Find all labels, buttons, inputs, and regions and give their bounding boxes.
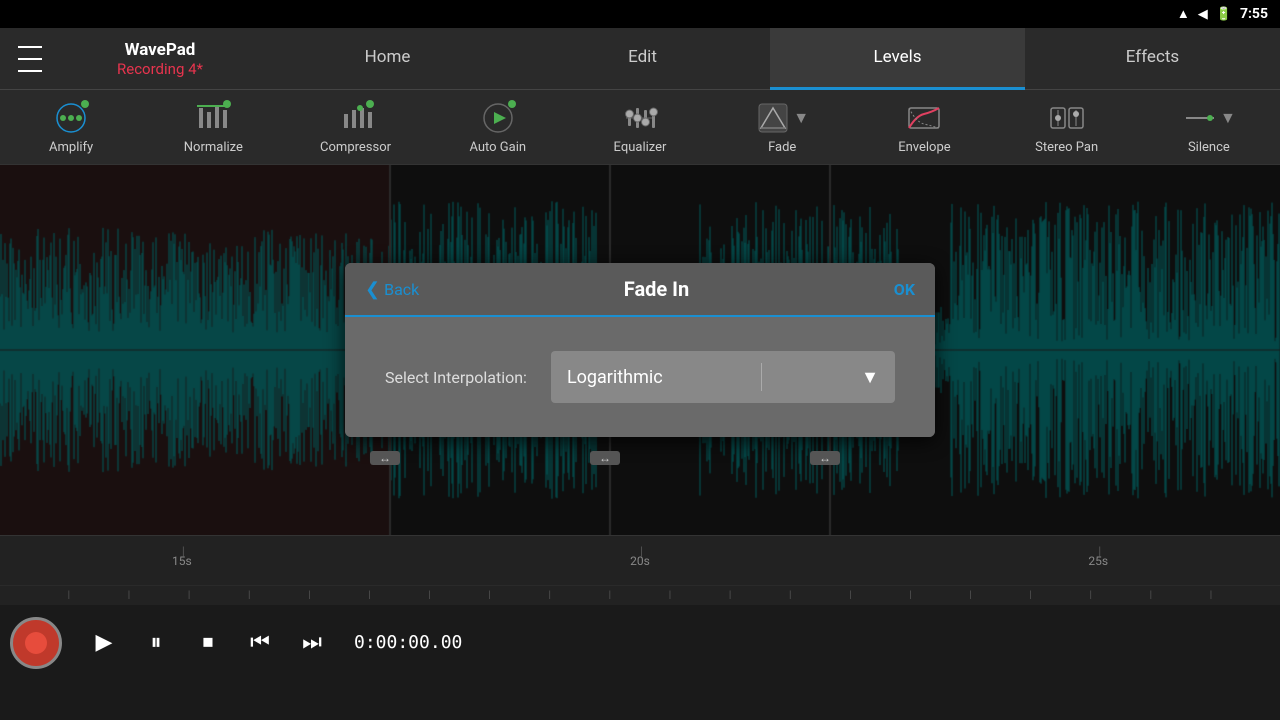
auto-gain-label: Auto Gain — [469, 140, 526, 155]
pause-button[interactable]: ⏸ — [130, 617, 182, 669]
effect-envelope[interactable]: Envelope — [884, 100, 964, 155]
effect-equalizer[interactable]: Equalizer — [600, 100, 680, 155]
prev-icon: ⏮ — [250, 630, 270, 655]
normalize-label: Normalize — [184, 140, 243, 155]
app-title-area: WavePad Recording 4* — [60, 40, 260, 78]
tick-mark: | — [368, 590, 370, 601]
back-chevron-icon: ❮ — [365, 279, 380, 300]
tab-home[interactable]: Home — [260, 28, 515, 90]
tab-edit[interactable]: Edit — [515, 28, 770, 90]
tick-mark: | — [1150, 590, 1152, 601]
tick-mark: | — [1090, 590, 1092, 601]
fade-icon — [755, 100, 791, 136]
select-divider — [761, 363, 762, 391]
tick-mark: | — [609, 590, 611, 601]
effect-compressor[interactable]: Compressor — [316, 100, 396, 155]
interpolation-value: Logarithmic — [567, 367, 663, 388]
tick-mark: | — [188, 590, 190, 601]
waveform-area: ❮ Back Fade In OK Select Interpolation: … — [0, 165, 1280, 535]
timeline-marker-25s: 25s — [1041, 554, 1156, 568]
time-counter: 0:00:00.00 — [354, 632, 462, 653]
tick-mark: | — [248, 590, 250, 601]
effect-silence[interactable]: ▼ Silence — [1169, 100, 1249, 155]
timeline-marker-20s: 20s — [583, 554, 698, 568]
record-button[interactable] — [10, 617, 62, 669]
tick-mark: | — [68, 590, 70, 601]
next-button[interactable]: ⏭ — [286, 617, 338, 669]
dialog-overlay: ❮ Back Fade In OK Select Interpolation: … — [0, 165, 1280, 535]
effects-bar: Amplify Normalize — [0, 90, 1280, 165]
tick-mark: | — [969, 590, 971, 601]
amplify-label: Amplify — [49, 140, 93, 155]
app-name: WavePad — [60, 40, 260, 60]
effect-normalize[interactable]: Normalize — [173, 100, 253, 155]
effect-auto-gain[interactable]: Auto Gain — [458, 100, 538, 155]
dialog-body: Select Interpolation: Logarithmic ▼ — [345, 317, 935, 437]
compressor-label: Compressor — [320, 140, 391, 155]
play-button[interactable]: ▶ — [78, 617, 130, 669]
wifi-icon: ▲ — [1177, 6, 1190, 22]
ok-button[interactable]: OK — [894, 280, 915, 299]
interpolation-select[interactable]: Logarithmic ▼ — [551, 351, 895, 403]
clock: 7:55 — [1240, 6, 1268, 22]
tick-mark: | — [729, 590, 731, 601]
tab-effects[interactable]: Effects — [1025, 28, 1280, 90]
tab-levels[interactable]: Levels — [770, 28, 1025, 90]
status-bar: ▲ ◀ 🔋 7:55 — [0, 0, 1280, 28]
silence-label: Silence — [1188, 140, 1230, 155]
envelope-label: Envelope — [898, 140, 950, 155]
tick-mark: | — [1029, 590, 1031, 601]
menu-button[interactable] — [0, 28, 60, 90]
stereo-pan-icon — [1049, 100, 1085, 136]
effect-fade[interactable]: ▼ Fade — [742, 100, 822, 155]
tick-mark: | — [549, 590, 551, 601]
timeline: 15s 20s 25s — [0, 535, 1280, 585]
tick-mark: | — [428, 590, 430, 601]
resize-handle-3[interactable] — [810, 451, 840, 465]
dialog: ❮ Back Fade In OK Select Interpolation: … — [345, 263, 935, 437]
dialog-header: ❮ Back Fade In OK — [345, 263, 935, 317]
prev-button[interactable]: ⏮ — [234, 617, 286, 669]
tick-mark: | — [308, 590, 310, 601]
tick-marks-row: | | | | | | | | | | | | | | | | | | | | — [0, 585, 1280, 605]
next-icon: ⏭ — [302, 630, 322, 655]
interpolation-label: Select Interpolation: — [385, 368, 527, 387]
effect-stereo-pan[interactable]: Stereo Pan — [1027, 100, 1107, 155]
silence-icon — [1182, 100, 1218, 136]
record-dot — [25, 632, 47, 654]
effect-amplify[interactable]: Amplify — [31, 100, 111, 155]
signal-icon: ◀ — [1198, 7, 1208, 22]
fade-label: Fade — [768, 140, 796, 155]
tick-mark: | — [128, 590, 130, 601]
timeline-marker-15s: 15s — [125, 554, 240, 568]
amplify-icon — [53, 100, 89, 136]
resize-handle-1[interactable] — [370, 451, 400, 465]
tick-mark: | — [909, 590, 911, 601]
bottom-controls: ▶ ⏸ ⏹ ⏮ ⏭ 0:00:00.00 — [0, 605, 1280, 680]
tick-mark: | — [1210, 590, 1212, 601]
nav-bar: WavePad Recording 4* Home Edit Levels Ef… — [0, 28, 1280, 90]
resize-handle-2[interactable] — [590, 451, 620, 465]
tick-mark: | — [669, 590, 671, 601]
equalizer-label: Equalizer — [614, 140, 667, 155]
tick-mark: | — [488, 590, 490, 601]
dropdown-arrow-icon: ▼ — [861, 367, 879, 388]
pause-icon: ⏸ — [150, 630, 161, 655]
envelope-icon — [906, 100, 942, 136]
nav-tabs: Home Edit Levels Effects — [260, 28, 1280, 90]
tick-mark: | — [849, 590, 851, 601]
back-button[interactable]: ❮ Back — [365, 279, 419, 300]
battery-icon: 🔋 — [1216, 7, 1232, 22]
dialog-title: Fade In — [624, 277, 689, 301]
stop-button[interactable]: ⏹ — [182, 617, 234, 669]
stop-icon: ⏹ — [202, 630, 213, 655]
equalizer-icon — [622, 100, 658, 136]
recording-name: Recording 4* — [60, 60, 260, 78]
tick-mark: | — [789, 590, 791, 601]
stereo-pan-label: Stereo Pan — [1035, 140, 1098, 155]
play-icon: ▶ — [96, 630, 113, 655]
